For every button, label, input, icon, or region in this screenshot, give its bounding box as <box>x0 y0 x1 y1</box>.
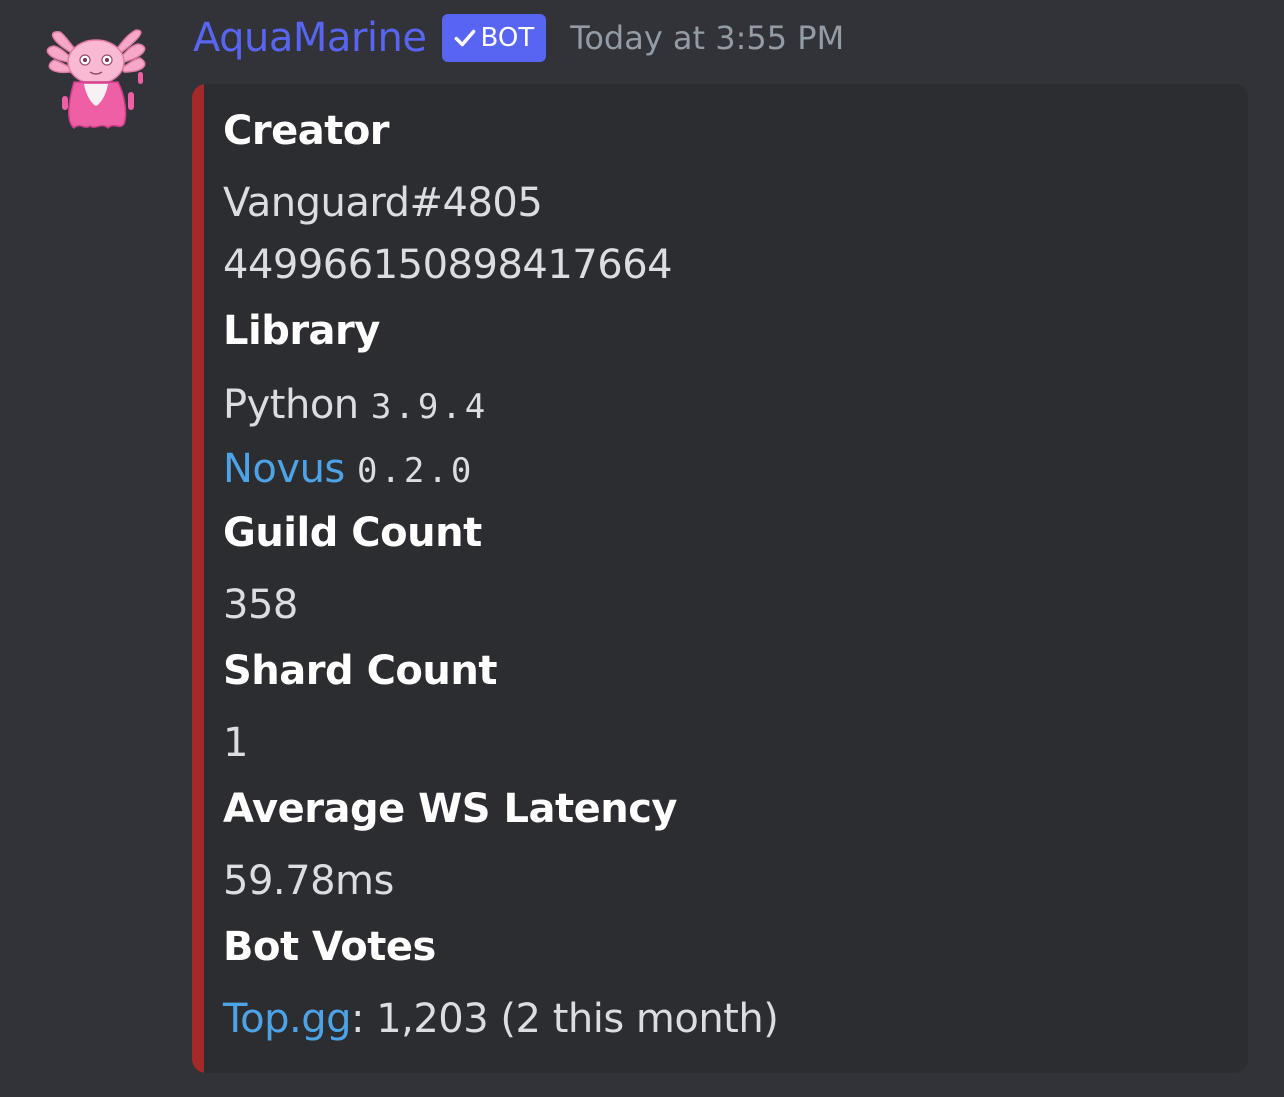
field-name-shard-count: Shard Count <box>223 648 497 694</box>
chat-message: AquaMarine BOT Today at 3:55 PM Creator … <box>0 0 1284 1097</box>
embed-accent-bar <box>192 84 204 1073</box>
shard-count-value: 1 <box>223 720 248 766</box>
axolotl-icon <box>46 29 146 130</box>
field-name-creator: Creator <box>223 108 390 154</box>
novus-version: 0.2.0 <box>356 451 475 491</box>
latency-value: 59.78ms <box>223 858 394 904</box>
python-label: Python <box>223 382 359 428</box>
author-username[interactable]: AquaMarine <box>193 15 427 61</box>
guild-count-value: 358 <box>223 582 298 628</box>
field-name-library: Library <box>223 308 380 354</box>
field-name-latency: Average WS Latency <box>223 786 678 832</box>
verified-check-icon <box>455 29 476 47</box>
info-embed: Creator Vanguard#4805 449966150898417664… <box>192 84 1248 1073</box>
novus-link[interactable]: Novus <box>223 446 345 492</box>
library-novus-row: Novus 0.2.0 <box>223 446 474 492</box>
field-name-guild-count: Guild Count <box>223 510 482 556</box>
creator-tag: Vanguard#4805 <box>223 180 543 226</box>
creator-id: 449966150898417664 <box>223 242 673 288</box>
message-timestamp[interactable]: Today at 3:55 PM <box>570 19 844 57</box>
field-name-votes: Bot Votes <box>223 924 436 970</box>
message-header: AquaMarine BOT Today at 3:55 PM <box>193 8 844 68</box>
bot-avatar[interactable] <box>40 22 152 134</box>
library-python-row: Python 3.9.4 <box>223 382 488 428</box>
topgg-link[interactable]: Top.gg <box>223 996 352 1042</box>
votes-row: Top.gg: 1,203 (2 this month) <box>223 996 779 1042</box>
bot-badge-label: BOT <box>480 23 535 53</box>
bot-badge: BOT <box>442 14 547 62</box>
python-version: 3.9.4 <box>370 387 489 427</box>
votes-value: : 1,203 (2 this month) <box>351 996 779 1042</box>
